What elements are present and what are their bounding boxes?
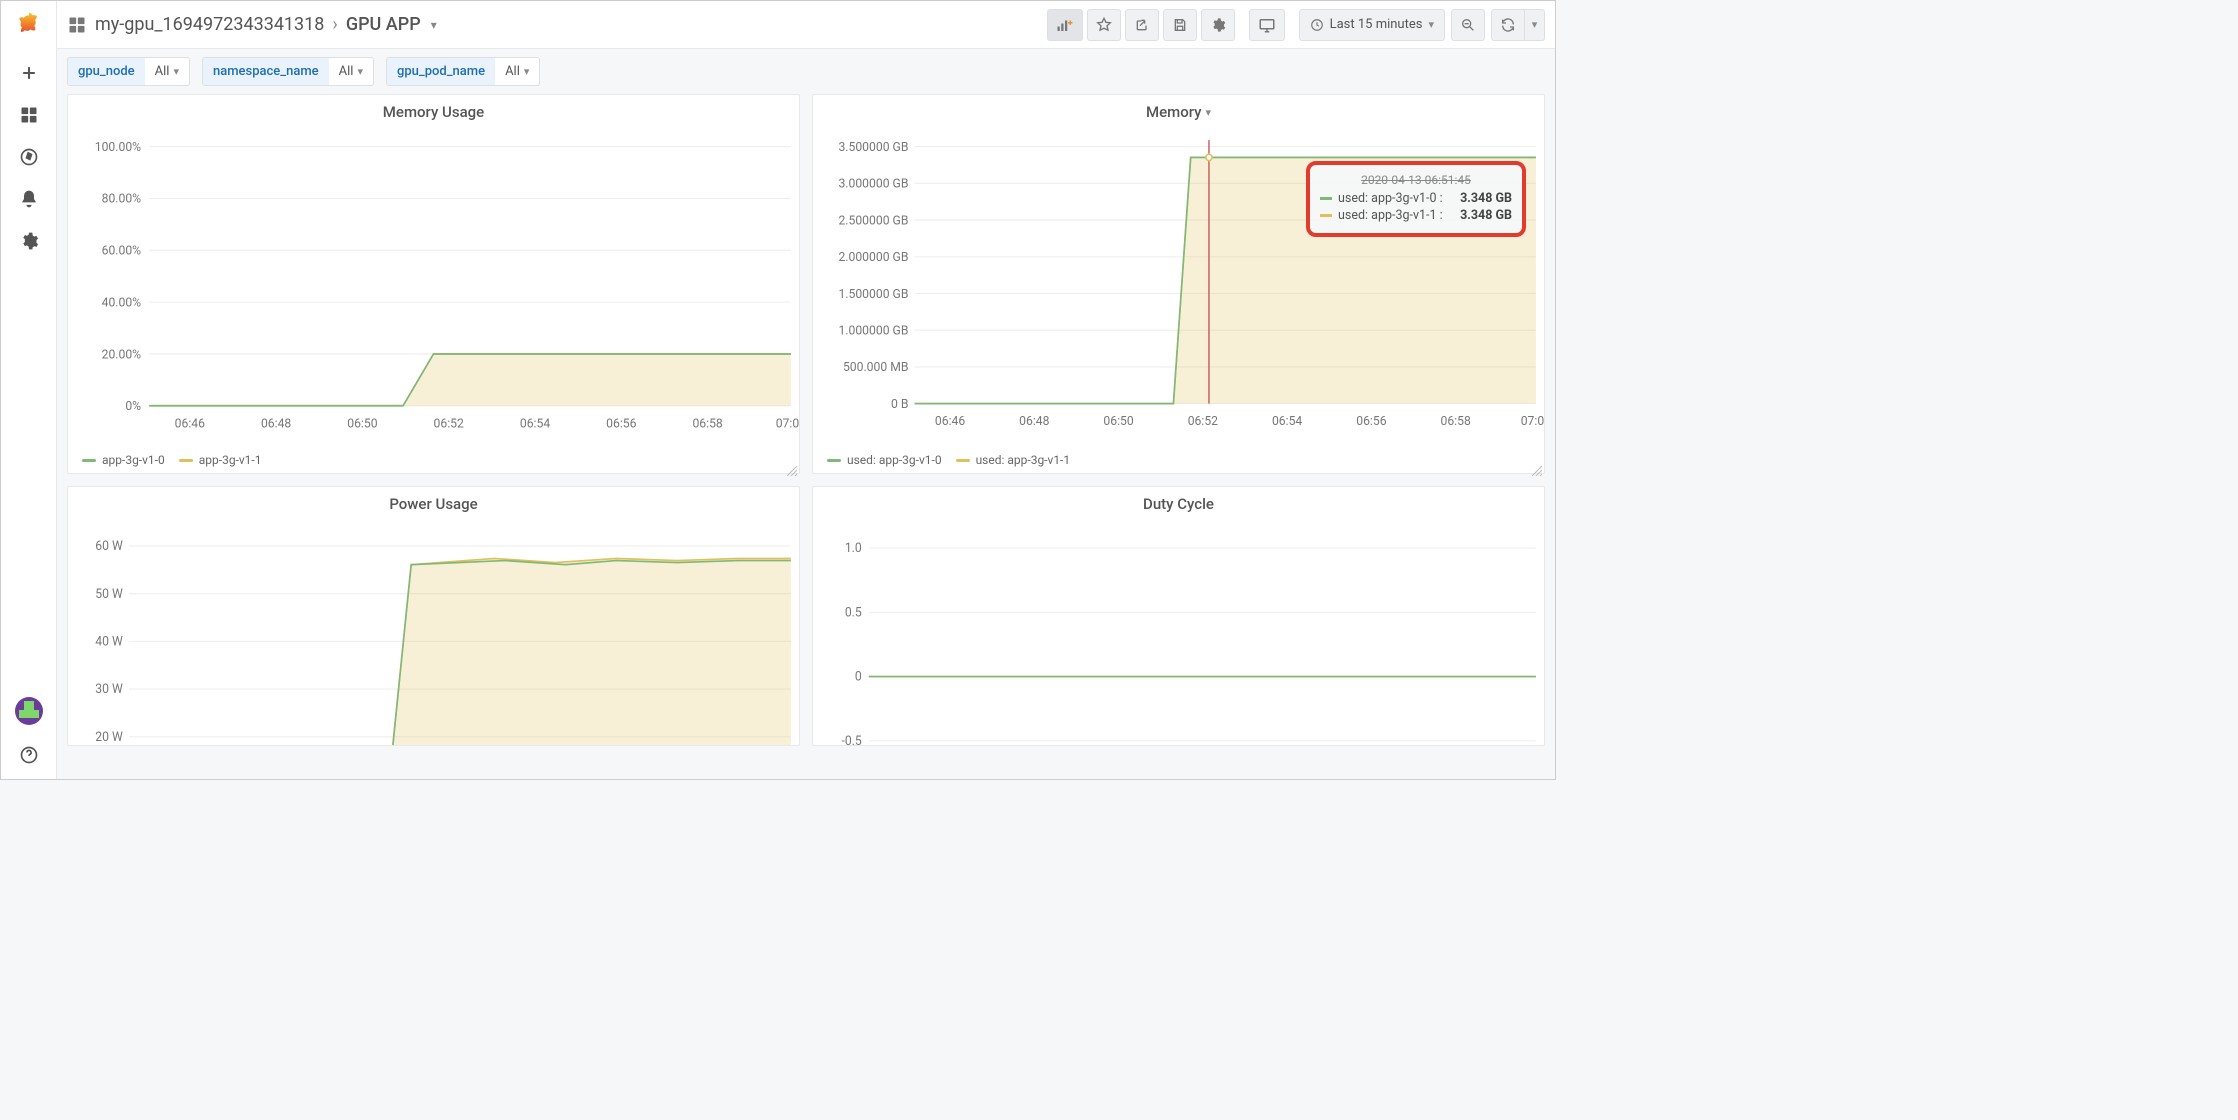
svg-text:60 W: 60 W [95, 540, 123, 554]
sidebar [1, 1, 57, 779]
panel-title[interactable]: Power Usage [68, 487, 799, 517]
svg-text:06:58: 06:58 [1441, 414, 1471, 429]
topbar: my-gpu_1694972343341318 › GPU APP ▾ Last… [57, 1, 1555, 49]
grafana-logo[interactable] [15, 11, 43, 43]
svg-text:06:54: 06:54 [520, 416, 550, 431]
svg-text:1.000000 GB: 1.000000 GB [838, 323, 908, 338]
chevron-down-icon: ▾ [173, 65, 179, 78]
panel-memory-usage: Memory Usage 100.00% 80.00% [67, 94, 800, 474]
svg-text:40 W: 40 W [95, 635, 123, 649]
dashboards-icon[interactable] [17, 103, 41, 127]
tooltip-timestamp: 2020-04-13 06:51:45 [1320, 173, 1512, 187]
variable-value-dropdown[interactable]: All▾ [495, 58, 539, 85]
variable-label[interactable]: namespace_name [203, 58, 329, 85]
svg-text:1.0: 1.0 [845, 542, 862, 556]
panel-memory: Memory▾ 3.500000 GB [812, 94, 1545, 474]
svg-text:500.000 MB: 500.000 MB [843, 360, 909, 375]
star-button[interactable] [1087, 9, 1121, 41]
svg-text:07:00: 07:00 [776, 416, 799, 431]
svg-text:06:50: 06:50 [347, 416, 377, 431]
svg-text:20 W: 20 W [95, 731, 123, 745]
resize-handle[interactable] [787, 461, 797, 471]
legend-item[interactable]: app-3g-v1-0 [82, 453, 165, 467]
dashboard-dropdown-icon[interactable]: ▾ [431, 18, 437, 32]
svg-text:06:56: 06:56 [606, 416, 636, 431]
refresh-interval-button[interactable]: ▾ [1525, 9, 1545, 41]
svg-text:80.00%: 80.00% [102, 191, 141, 206]
alerting-icon[interactable] [17, 187, 41, 211]
svg-text:06:54: 06:54 [1272, 414, 1302, 429]
breadcrumb-separator: › [332, 14, 337, 35]
breadcrumb: my-gpu_1694972343341318 › GPU APP ▾ [67, 14, 437, 35]
variable-label[interactable]: gpu_pod_name [387, 58, 495, 85]
breadcrumb-folder[interactable]: my-gpu_1694972343341318 [95, 14, 324, 35]
panel-power-usage: Power Usage 60 W 50 W 40 W 30 W [67, 486, 800, 746]
variable-label[interactable]: gpu_node [68, 58, 145, 85]
svg-text:06:52: 06:52 [1188, 414, 1218, 429]
svg-text:06:48: 06:48 [261, 416, 291, 431]
svg-text:0: 0 [855, 671, 862, 685]
chevron-down-icon: ▾ [524, 65, 530, 78]
help-icon[interactable] [17, 743, 41, 767]
chevron-down-icon: ▾ [357, 65, 363, 78]
add-panel-button[interactable] [1047, 9, 1083, 41]
zoom-out-button[interactable] [1451, 9, 1485, 41]
panel-title[interactable]: Duty Cycle [813, 487, 1544, 517]
svg-text:0%: 0% [125, 399, 141, 414]
chart-tooltip: 2020-04-13 06:51:45 used: app-3g-v1-0 : … [1306, 161, 1526, 237]
svg-text:0.5: 0.5 [845, 606, 862, 620]
svg-text:0 B: 0 B [891, 397, 909, 412]
svg-text:40.00%: 40.00% [102, 295, 141, 310]
panel-title[interactable]: Memory Usage [68, 95, 799, 125]
svg-text:-0.5: -0.5 [841, 735, 861, 745]
svg-text:07:00: 07:00 [1521, 414, 1544, 429]
tooltip-row: used: app-3g-v1-1 : 3.348 GB [1320, 208, 1512, 223]
variable-bar: gpu_node All▾ namespace_name All▾ gpu_po… [57, 49, 1555, 94]
dashboard-icon[interactable] [67, 15, 87, 35]
share-button[interactable] [1125, 9, 1159, 41]
panel-title[interactable]: Memory▾ [813, 95, 1544, 125]
time-range-button[interactable]: Last 15 minutes ▾ [1299, 9, 1445, 41]
variable-namespace-name: namespace_name All▾ [202, 57, 374, 86]
svg-text:06:56: 06:56 [1356, 414, 1386, 429]
tooltip-row: used: app-3g-v1-0 : 3.348 GB [1320, 191, 1512, 206]
svg-text:3.500000 GB: 3.500000 GB [838, 140, 908, 155]
svg-text:30 W: 30 W [95, 683, 123, 697]
svg-text:2.500000 GB: 2.500000 GB [838, 213, 908, 228]
svg-text:100.00%: 100.00% [95, 140, 141, 155]
svg-text:20.00%: 20.00% [102, 347, 141, 362]
variable-value-dropdown[interactable]: All▾ [145, 58, 189, 85]
user-avatar[interactable] [15, 697, 43, 725]
settings-button[interactable] [1201, 9, 1235, 41]
time-range-label: Last 15 minutes [1330, 17, 1423, 32]
svg-text:06:46: 06:46 [935, 414, 965, 429]
svg-text:06:50: 06:50 [1103, 414, 1133, 429]
resize-handle[interactable] [1532, 461, 1542, 471]
legend-item[interactable]: used: app-3g-v1-1 [956, 453, 1071, 467]
svg-text:06:52: 06:52 [434, 416, 464, 431]
legend-item[interactable]: used: app-3g-v1-0 [827, 453, 942, 467]
refresh-button[interactable] [1491, 9, 1525, 41]
svg-text:06:46: 06:46 [175, 416, 205, 431]
create-icon[interactable] [17, 61, 41, 85]
svg-text:2.000000 GB: 2.000000 GB [838, 250, 908, 265]
legend-item[interactable]: app-3g-v1-1 [179, 453, 262, 467]
variable-gpu-node: gpu_node All▾ [67, 57, 190, 86]
save-button[interactable] [1163, 9, 1197, 41]
cycle-view-button[interactable] [1249, 9, 1285, 41]
panel-duty-cycle: Duty Cycle 1.0 0.5 0 -0.5 [812, 486, 1545, 746]
svg-text:50 W: 50 W [95, 588, 123, 602]
breadcrumb-title[interactable]: GPU APP [346, 14, 421, 35]
variable-value-dropdown[interactable]: All▾ [329, 58, 373, 85]
svg-text:60.00%: 60.00% [102, 243, 141, 258]
svg-text:3.000000 GB: 3.000000 GB [838, 176, 908, 191]
svg-text:06:58: 06:58 [692, 416, 722, 431]
explore-icon[interactable] [17, 145, 41, 169]
svg-text:1.500000 GB: 1.500000 GB [838, 286, 908, 301]
svg-text:06:48: 06:48 [1019, 414, 1049, 429]
chevron-down-icon: ▾ [1205, 106, 1211, 119]
variable-gpu-pod-name: gpu_pod_name All▾ [386, 57, 540, 86]
configuration-icon[interactable] [17, 229, 41, 253]
